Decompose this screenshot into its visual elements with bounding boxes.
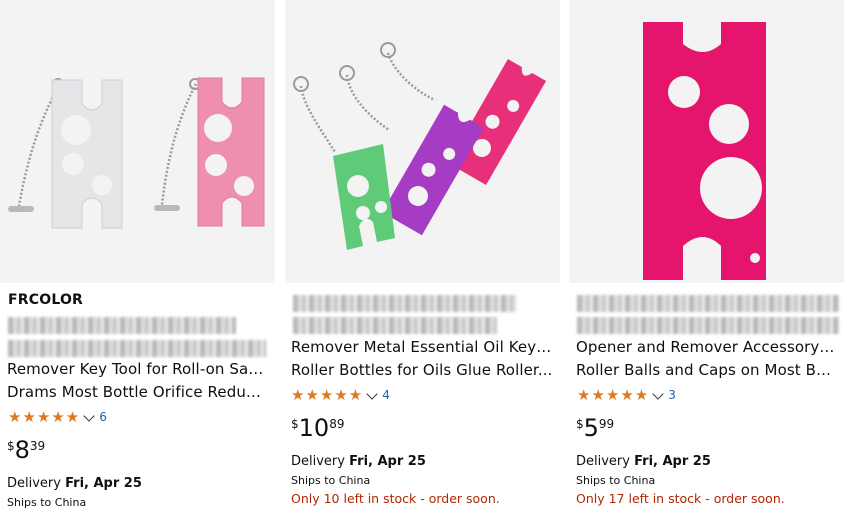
star-rating-icon: ★★★★★: [577, 386, 650, 404]
brand-name: FRCOLOR: [8, 292, 84, 308]
product-image[interactable]: [285, 0, 560, 283]
opener-tools-image: [8, 77, 265, 229]
product-card[interactable]: FRCOLOR Remover Key Tool for Roll-on Sam…: [0, 0, 275, 513]
product-title-line[interactable]: Roller Bottles for Oils Glue Roller...: [291, 359, 553, 381]
redacted-title-text: [577, 295, 839, 312]
stock-warning: Only 17 left in stock - order soon.: [576, 491, 785, 506]
stock-warning: Only 10 left in stock - order soon.: [291, 491, 500, 506]
review-count-link[interactable]: 4: [382, 388, 390, 402]
star-rating-icon: ★★★★★: [8, 408, 81, 426]
rating-row[interactable]: ★★★★★ 3: [577, 386, 676, 404]
product-card[interactable]: Opener and Remover Accessory for Roller …: [569, 0, 844, 513]
rating-row[interactable]: ★★★★★ 6: [8, 408, 107, 426]
rating-row[interactable]: ★★★★★ 4: [291, 386, 390, 404]
product-title-line[interactable]: Opener and Remover Accessory for: [576, 336, 838, 358]
delivery-info: Delivery Fri, Apr 25: [576, 454, 711, 469]
product-title-line[interactable]: Roller Balls and Caps on Most Bottl...: [576, 359, 838, 381]
product-title-line[interactable]: Drams Most Bottle Orifice Reducers...: [7, 381, 269, 403]
price: $599: [576, 414, 615, 442]
price: $1089: [291, 414, 345, 442]
opener-tool-image: [643, 22, 766, 280]
chevron-down-icon[interactable]: [83, 409, 95, 422]
redacted-title-text: [8, 340, 266, 357]
chevron-down-icon[interactable]: [652, 387, 664, 400]
product-card[interactable]: Remover Metal Essential Oil Key Tool Rol…: [285, 0, 560, 513]
redacted-title-text: [293, 295, 517, 312]
review-count-link[interactable]: 6: [99, 410, 107, 424]
product-title-line[interactable]: Remover Metal Essential Oil Key Tool: [291, 336, 553, 358]
opener-tools-image: [293, 42, 547, 250]
price: $839: [7, 436, 46, 464]
ships-to-text: Ships to China: [291, 474, 371, 487]
ships-to-text: Ships to China: [576, 474, 656, 487]
delivery-info: Delivery Fri, Apr 25: [291, 454, 426, 469]
product-image[interactable]: [0, 0, 275, 283]
review-count-link[interactable]: 3: [668, 388, 676, 402]
delivery-info: Delivery Fri, Apr 25: [7, 476, 142, 491]
chevron-down-icon[interactable]: [366, 387, 378, 400]
ships-to-text: Ships to China: [7, 496, 87, 509]
product-image[interactable]: [569, 0, 844, 283]
redacted-title-text: [8, 317, 236, 334]
star-rating-icon: ★★★★★: [291, 386, 364, 404]
redacted-title-text: [577, 317, 839, 334]
redacted-title-text: [293, 317, 497, 334]
product-title-line[interactable]: Remover Key Tool for Roll-on Sample: [7, 358, 269, 380]
